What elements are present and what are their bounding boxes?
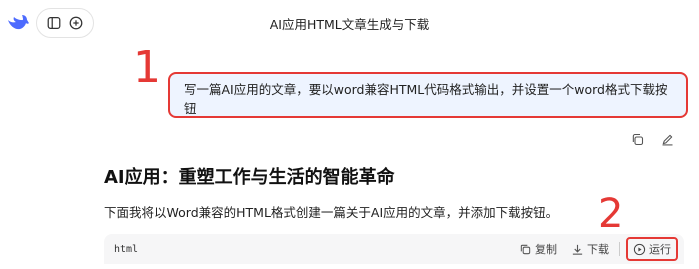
code-block-actions: 复制 下载 运行 bbox=[515, 234, 678, 264]
annotation-number-2: 2 bbox=[598, 191, 624, 237]
code-language-label: html bbox=[114, 243, 139, 255]
copy-code-label: 复制 bbox=[535, 243, 557, 256]
download-code-button[interactable]: 下载 bbox=[567, 239, 613, 259]
reply-paragraph: 下面我将以Word兼容的HTML格式创建一篇关于AI应用的文章，并添加下载按钮。 bbox=[104, 205, 559, 220]
copy-code-button[interactable]: 复制 bbox=[515, 239, 561, 259]
copy-icon bbox=[520, 244, 531, 254]
copy-icon[interactable] bbox=[628, 130, 646, 148]
download-icon bbox=[572, 244, 583, 255]
download-code-label: 下载 bbox=[587, 243, 609, 256]
play-icon bbox=[633, 243, 646, 255]
user-message-actions bbox=[628, 130, 676, 148]
user-message-text: 写一篇AI应用的文章，要以word兼容HTML代码格式输出，并设置一个word格… bbox=[184, 82, 668, 116]
annotation-number-1: 1 bbox=[133, 42, 161, 93]
code-block-header: html 复制 下载 运行 bbox=[104, 234, 684, 264]
conversation-title: AI应用HTML文章生成与下载 bbox=[269, 17, 430, 32]
run-code-button[interactable]: 运行 bbox=[626, 237, 678, 261]
reply-heading: AI应用：重塑工作与生活的智能革命 bbox=[104, 167, 395, 188]
run-code-label: 运行 bbox=[649, 243, 671, 256]
edit-icon[interactable] bbox=[658, 130, 676, 148]
code-actions-divider bbox=[619, 242, 620, 256]
user-message-bubble: 写一篇AI应用的文章，要以word兼容HTML代码格式输出，并设置一个word格… bbox=[168, 72, 688, 118]
